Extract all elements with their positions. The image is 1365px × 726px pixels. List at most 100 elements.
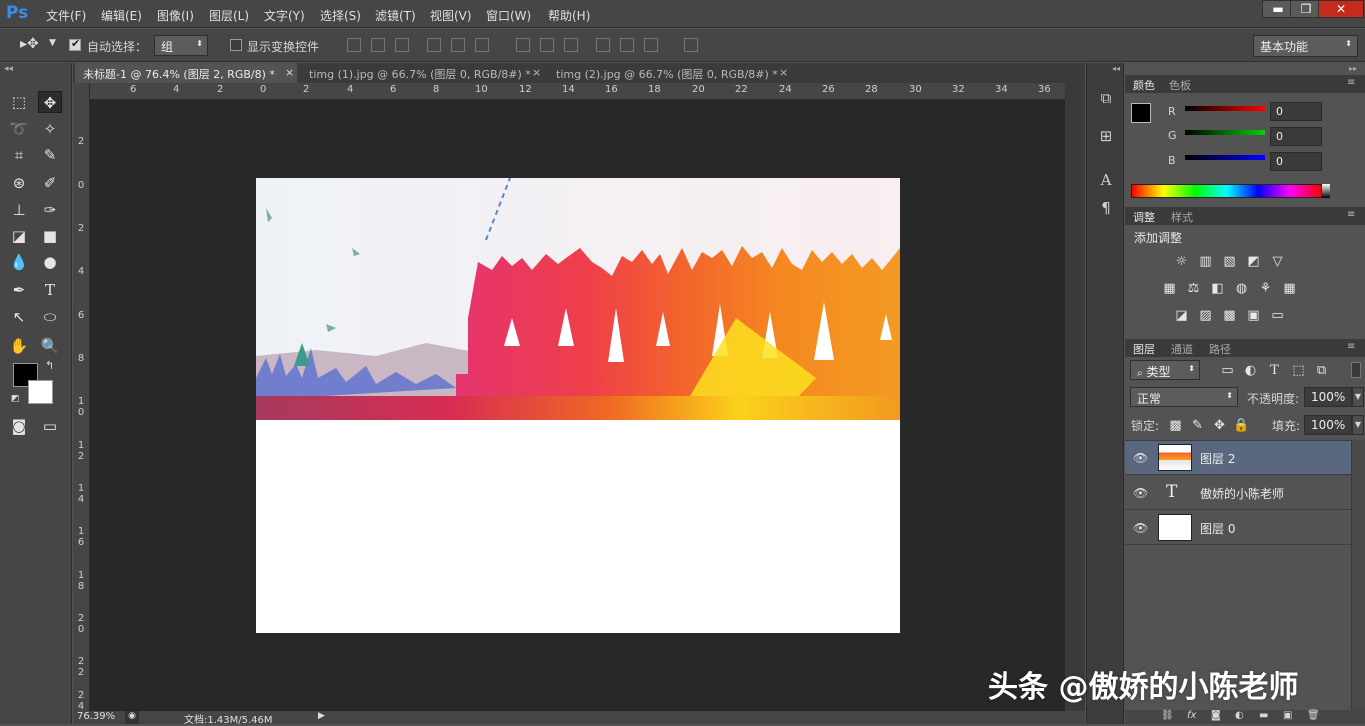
chevron-down-icon[interactable]: ▼	[49, 38, 56, 48]
channel-g-value[interactable]: 0	[1270, 127, 1322, 146]
tab-styles[interactable]: 样式	[1171, 209, 1193, 225]
fx-icon[interactable]: fx	[1187, 710, 1196, 721]
close-button[interactable]: ✕	[1318, 0, 1364, 18]
paragraph-panel-icon[interactable]: ¶	[1096, 199, 1116, 219]
tab-channels[interactable]: 通道	[1171, 341, 1193, 357]
filter-type-icon[interactable]: T	[1266, 363, 1283, 378]
magic-wand-icon[interactable]: ✧	[38, 118, 62, 140]
lock-image-icon[interactable]: ✎	[1189, 418, 1206, 433]
distribute-vcenter-icon[interactable]	[540, 38, 554, 52]
menu-edit[interactable]: 编辑(E)	[101, 7, 142, 24]
delete-layer-icon[interactable]: 🗑	[1307, 710, 1320, 721]
tab-paths[interactable]: 路径	[1209, 341, 1231, 357]
menu-file[interactable]: 文件(F)	[46, 7, 86, 24]
opacity-arrow-icon[interactable]: ▼	[1352, 387, 1364, 407]
distribute-bottom-icon[interactable]	[564, 38, 578, 52]
filter-toggle[interactable]	[1351, 362, 1361, 378]
distribute-right-icon[interactable]	[644, 38, 658, 52]
layer-row-layer-0[interactable]: 👁 图层 0	[1125, 511, 1351, 545]
align-bottom-icon[interactable]	[395, 38, 409, 52]
eraser-icon[interactable]: ◪	[7, 225, 31, 247]
tab-close-icon[interactable]: ×	[285, 66, 294, 79]
character-panel-icon[interactable]: A	[1096, 171, 1116, 191]
new-layer-icon[interactable]: ▣	[1283, 710, 1292, 721]
swap-colors-icon[interactable]: ↰	[45, 359, 54, 372]
auto-select-checkbox[interactable]: ✔	[69, 37, 81, 51]
screen-mode-icon[interactable]: ▭	[38, 415, 62, 437]
distribute-left-icon[interactable]	[596, 38, 610, 52]
channel-r-slider[interactable]	[1185, 106, 1265, 111]
invert-icon[interactable]: ◪	[1173, 308, 1190, 323]
menu-view[interactable]: 视图(V)	[430, 7, 472, 24]
tab-timg-1[interactable]: timg (1).jpg @ 66.7% (图层 0, RGB/8#) *	[301, 63, 543, 83]
tab-timg-2[interactable]: timg (2).jpg @ 66.7% (图层 0, RGB/8#) *	[548, 63, 790, 83]
hue-saturation-icon[interactable]: ▦	[1161, 281, 1178, 296]
adjustment-layer-icon[interactable]: ◐	[1235, 710, 1244, 721]
filter-shape-icon[interactable]: ⬚	[1290, 363, 1307, 378]
color-foreground-swatch[interactable]	[1131, 103, 1151, 123]
threshold-icon[interactable]: ▩	[1221, 308, 1238, 323]
gradient-map-icon[interactable]: ▭	[1269, 308, 1286, 323]
history-panel-icon[interactable]: ⧉	[1096, 89, 1116, 109]
visibility-eye-icon[interactable]: 👁	[1133, 521, 1148, 535]
lasso-tool-icon[interactable]: ➰	[7, 118, 31, 140]
menu-layer[interactable]: 图层(L)	[209, 7, 249, 24]
opacity-field[interactable]: 100%	[1304, 387, 1352, 407]
visibility-eye-icon[interactable]: 👁	[1133, 451, 1148, 465]
channel-mixer-icon[interactable]: ⚘	[1257, 281, 1274, 296]
posterize-icon[interactable]: ▨	[1197, 308, 1214, 323]
link-layers-icon[interactable]: ⛓	[1161, 710, 1174, 721]
filter-pixel-icon[interactable]: ▭	[1219, 363, 1236, 378]
channel-g-slider[interactable]	[1185, 130, 1265, 135]
document-canvas[interactable]	[256, 178, 900, 633]
lock-position-icon[interactable]: ✥	[1211, 418, 1228, 433]
distribute-hcenter-icon[interactable]	[620, 38, 634, 52]
crop-tool-icon[interactable]: ⌗	[7, 144, 31, 166]
tab-close-icon[interactable]: ×	[532, 66, 541, 79]
color-lookup-icon[interactable]: ▦	[1281, 281, 1298, 296]
panel-menu-icon[interactable]: ≡	[1347, 341, 1355, 352]
black-white-icon[interactable]: ◧	[1209, 281, 1226, 296]
brightness-icon[interactable]: ☼	[1173, 254, 1190, 269]
default-colors-icon[interactable]: ◩	[11, 394, 20, 404]
eyedropper-icon[interactable]: ✎	[38, 144, 62, 166]
color-spectrum-bw[interactable]	[1322, 184, 1330, 198]
channel-b-slider[interactable]	[1185, 155, 1265, 160]
healing-brush-icon[interactable]: ⊛	[7, 172, 31, 194]
lock-all-icon[interactable]: 🔒	[1233, 418, 1250, 433]
menu-window[interactable]: 窗口(W)	[486, 7, 531, 24]
workspace-dropdown[interactable]: 基本功能 ⬍	[1253, 35, 1358, 57]
vibrance-icon[interactable]: ▽	[1269, 254, 1286, 269]
menu-type[interactable]: 文字(Y)	[264, 7, 305, 24]
tab-close-icon[interactable]: ×	[779, 66, 788, 79]
visibility-eye-icon[interactable]: 👁	[1133, 486, 1148, 500]
menu-select[interactable]: 选择(S)	[320, 7, 361, 24]
clone-stamp-icon[interactable]: ⊥	[7, 199, 31, 221]
menu-image[interactable]: 图像(I)	[157, 7, 194, 24]
curves-icon[interactable]: ▧	[1221, 254, 1238, 269]
menu-filter[interactable]: 滤镜(T)	[375, 7, 416, 24]
ellipse-tool-icon[interactable]: ⬭	[38, 306, 62, 328]
move-tool-preset-icon[interactable]: ▸✥	[20, 36, 39, 52]
filter-smart-icon[interactable]: ⧉	[1313, 363, 1330, 378]
align-top-icon[interactable]	[347, 38, 361, 52]
levels-icon[interactable]: ▥	[1197, 254, 1214, 269]
align-vcenter-icon[interactable]	[371, 38, 385, 52]
status-arrow-icon[interactable]: ▶	[318, 711, 325, 721]
hand-tool-icon[interactable]: ✋	[7, 335, 31, 357]
type-tool-icon[interactable]: T	[38, 279, 62, 301]
color-balance-icon[interactable]: ⚖	[1185, 281, 1202, 296]
pen-tool-icon[interactable]: ✒	[7, 279, 31, 301]
collapse-arrows-icon[interactable]: ◂◂	[1112, 64, 1120, 73]
distribute-top-icon[interactable]	[516, 38, 530, 52]
status-menu-icon[interactable]: ◉	[125, 711, 139, 724]
quick-mask-icon[interactable]: ◙	[7, 415, 31, 437]
zoom-tool-icon[interactable]: 🔍	[38, 335, 62, 357]
align-hcenter-icon[interactable]	[451, 38, 465, 52]
panel-menu-icon[interactable]: ≡	[1347, 77, 1355, 88]
filter-adjustment-icon[interactable]: ◐	[1242, 363, 1259, 378]
marquee-tool-icon[interactable]: ⬚	[7, 91, 31, 113]
blur-tool-icon[interactable]: 💧	[7, 251, 31, 273]
lock-transparent-icon[interactable]: ▩	[1167, 418, 1184, 433]
expand-arrows-icon[interactable]: ▸▸	[1349, 64, 1357, 73]
